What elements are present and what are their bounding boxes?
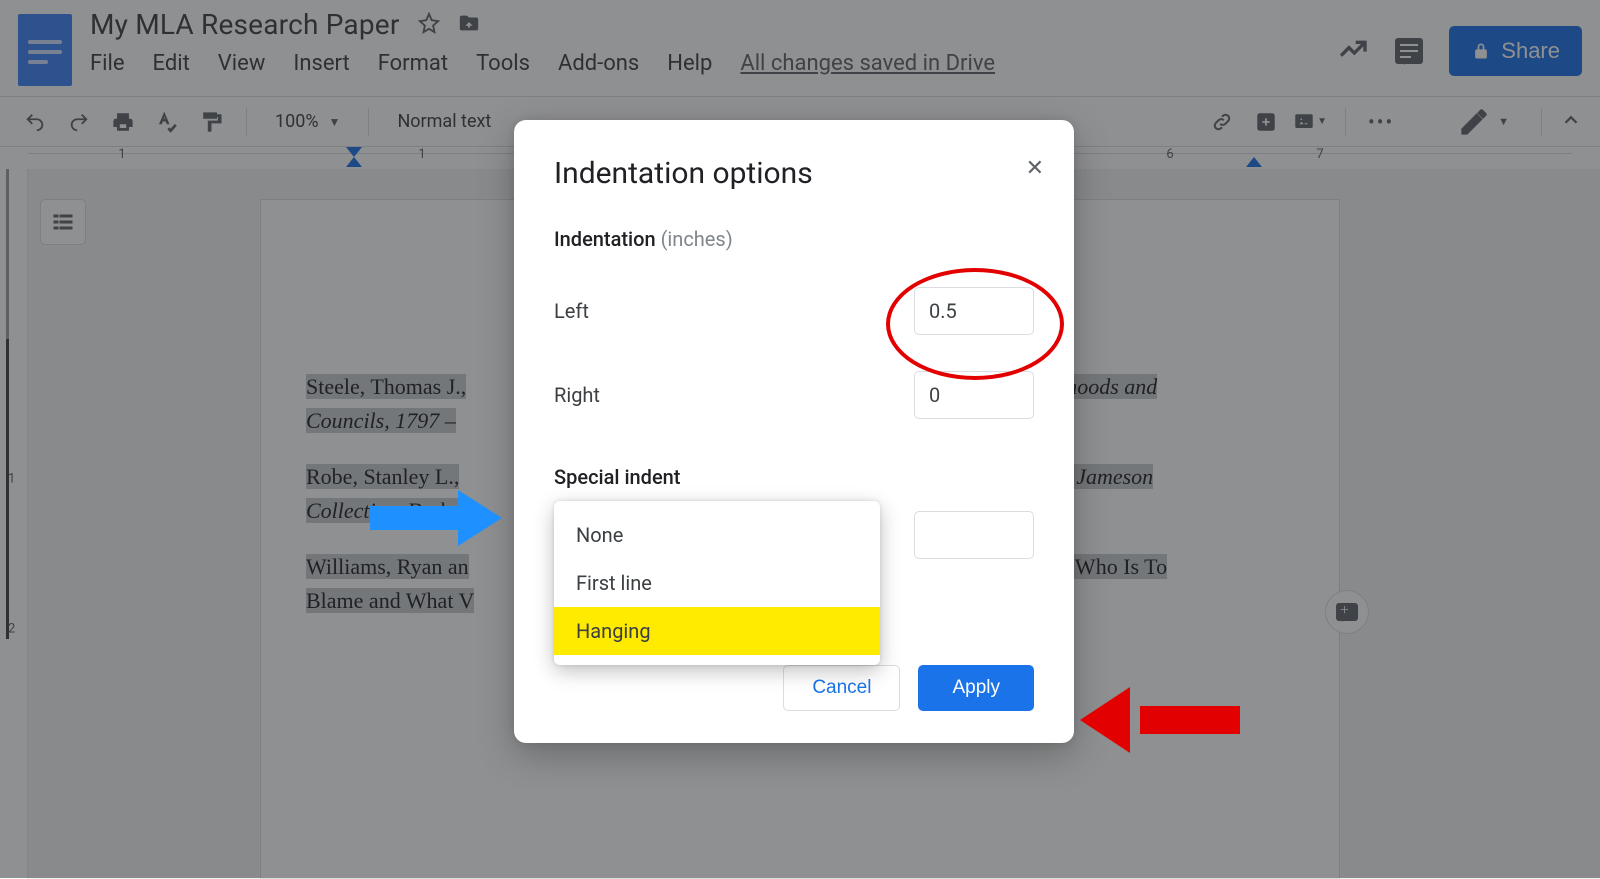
special-indent-option-firstline[interactable]: First line xyxy=(554,559,880,607)
special-indent-option-none[interactable]: None xyxy=(554,511,880,559)
annotation-arrow-apply xyxy=(1080,687,1240,753)
special-indent-value-input[interactable] xyxy=(914,511,1034,559)
annotation-arrow-special-indent xyxy=(370,490,520,546)
right-indent-label: Right xyxy=(554,383,600,407)
left-indent-label: Left xyxy=(554,299,589,323)
annotation-ellipse-left-value xyxy=(886,268,1064,380)
dialog-title: Indentation options xyxy=(554,156,1034,191)
indentation-section-label: Indentation (inches) xyxy=(554,227,1034,251)
cancel-button[interactable]: Cancel xyxy=(783,665,900,711)
special-indent-dropdown: None First line Hanging xyxy=(554,501,880,665)
close-icon[interactable]: ✕ xyxy=(1026,156,1044,181)
special-indent-option-hanging[interactable]: Hanging xyxy=(554,607,880,655)
apply-button[interactable]: Apply xyxy=(918,665,1034,711)
indentation-options-dialog: Indentation options ✕ Indentation (inche… xyxy=(514,120,1074,743)
special-indent-label: Special indent xyxy=(554,465,1034,489)
